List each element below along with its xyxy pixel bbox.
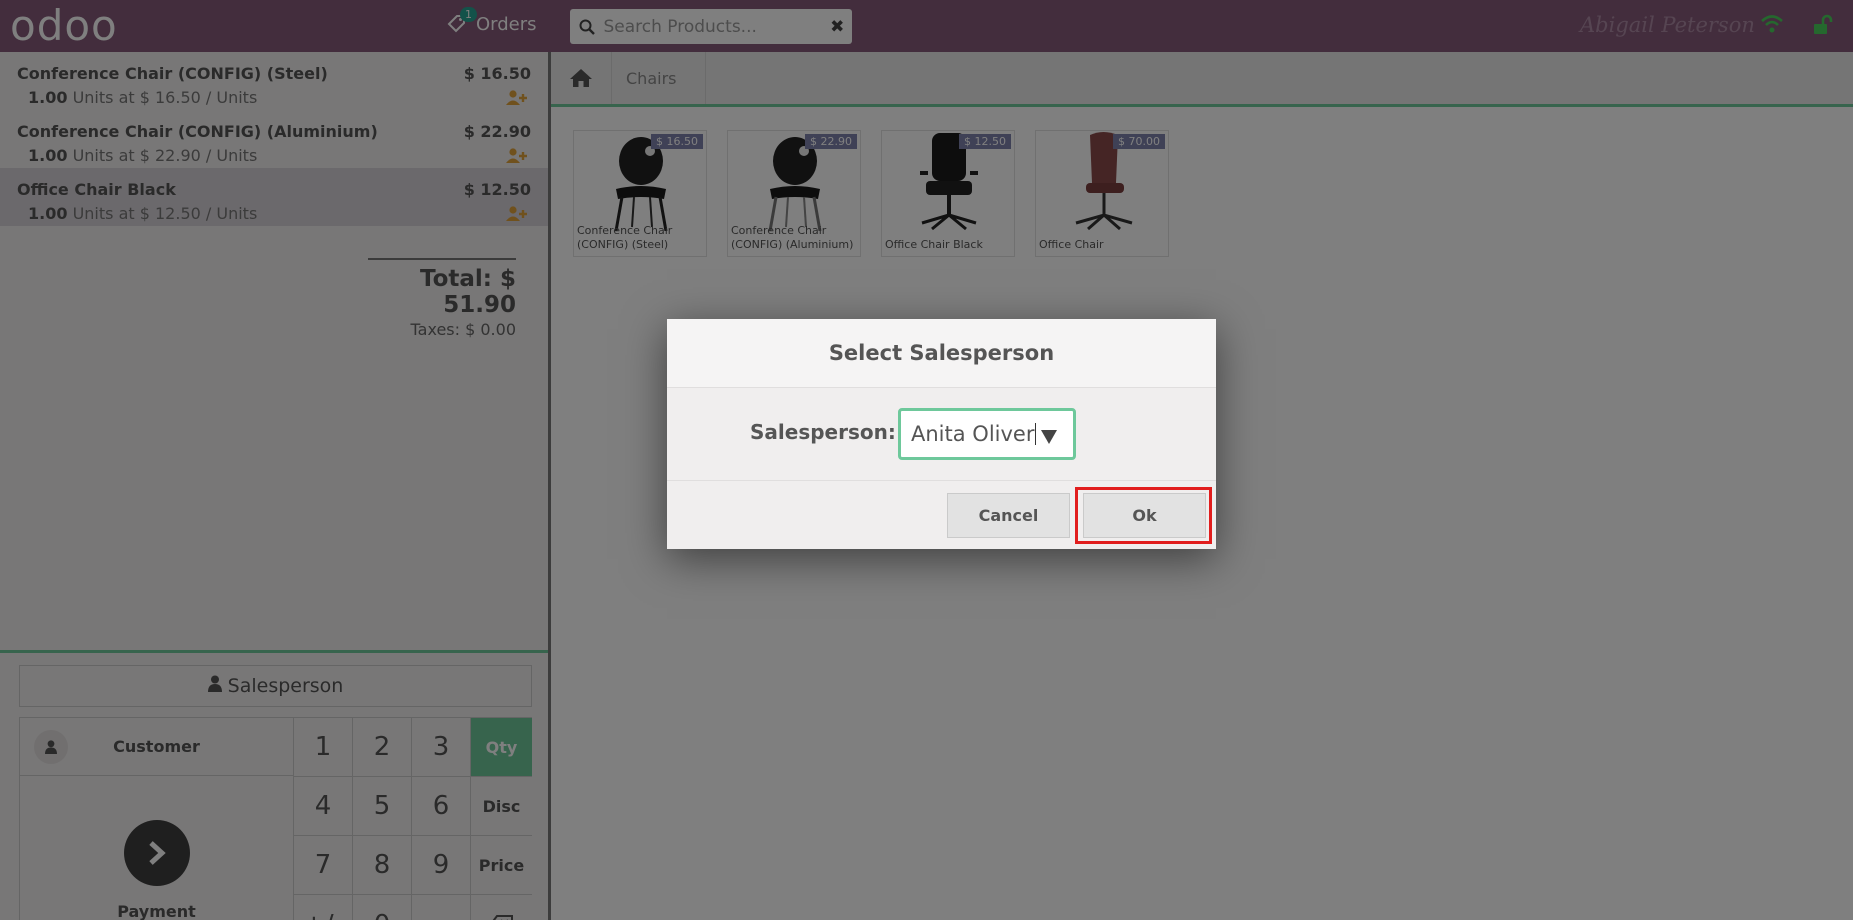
dialog-body: Salesperson: Anita Oliver — [667, 388, 1216, 481]
salesperson-select[interactable]: Anita Oliver — [898, 408, 1076, 460]
cancel-button[interactable]: Cancel — [947, 493, 1070, 538]
dialog-title: Select Salesperson — [667, 319, 1216, 388]
text-cursor — [1035, 423, 1037, 445]
ok-button-highlight-box — [1075, 487, 1212, 544]
salesperson-selected-value: Anita Oliver — [911, 422, 1035, 446]
salesperson-field-label: Salesperson: — [750, 420, 896, 444]
dialog-footer: Cancel Ok — [667, 481, 1216, 548]
dropdown-caret-icon[interactable] — [1041, 425, 1057, 449]
select-salesperson-dialog: Select Salesperson Salesperson: Anita Ol… — [667, 319, 1216, 549]
